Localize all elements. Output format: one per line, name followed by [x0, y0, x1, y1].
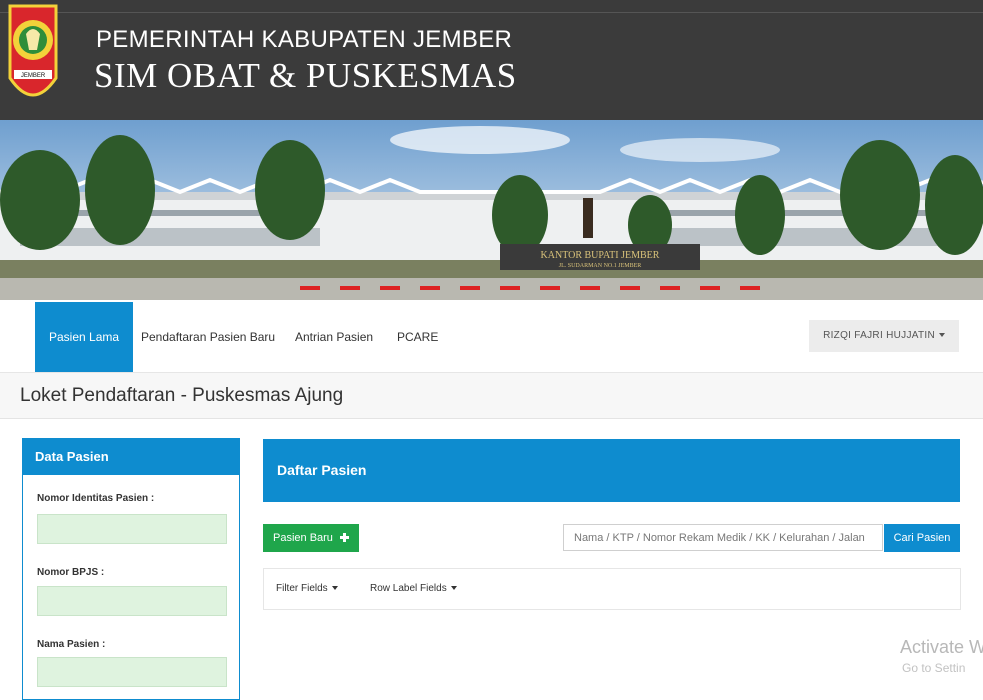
nama-pasien-label: Nama Pasien :	[37, 639, 106, 650]
filter-fields-dropdown[interactable]: Filter Fields	[276, 569, 338, 609]
main-navbar: Pasien Lama Pendaftaran Pasien Baru Antr…	[0, 302, 983, 373]
data-pasien-title: Data Pasien	[23, 439, 239, 475]
site-header: JEMBER PEMERINTAH KABUPATEN JEMBER SIM O…	[0, 0, 983, 120]
page-title: Loket Pendaftaran - Puskesmas Ajung	[20, 385, 344, 406]
nav-antrian-pasien[interactable]: Antrian Pasien	[295, 302, 373, 372]
filter-bar: Filter Fields Row Label Fields	[263, 568, 961, 610]
cari-pasien-button[interactable]: Cari Pasien	[884, 524, 960, 552]
activate-windows-watermark: Activate W	[900, 637, 983, 657]
jember-logo: JEMBER	[8, 4, 58, 97]
nama-pasien-input[interactable]	[37, 657, 227, 687]
daftar-pasien-header: Daftar Pasien	[263, 439, 960, 502]
data-pasien-panel: Data Pasien Nomor Identitas Pasien : Nom…	[22, 438, 240, 700]
banner-photo: KANTOR BUPATI JEMBER JL. SUDARMAN NO.1 J…	[0, 120, 983, 300]
banner-sign-address: JL. SUDARMAN NO.1 JEMBER	[559, 263, 642, 269]
header-org-name: PEMERINTAH KABUPATEN JEMBER	[96, 26, 513, 53]
nomor-bpjs-label: Nomor BPJS :	[37, 567, 105, 578]
nav-pendaftaran-pasien-baru[interactable]: Pendaftaran Pasien Baru	[141, 302, 275, 372]
row-label-fields-dropdown[interactable]: Row Label Fields	[370, 569, 457, 609]
row-label-fields-label: Row Label Fields	[370, 583, 447, 594]
nav-pasien-lama[interactable]: Pasien Lama	[35, 302, 134, 372]
caret-down-icon	[450, 586, 457, 591]
plus-icon	[340, 533, 349, 542]
activate-windows-subtext: Go to Settin	[902, 661, 966, 675]
logo-text: JEMBER	[21, 73, 46, 79]
header-divider	[0, 12, 983, 13]
pasien-baru-button[interactable]: Pasien Baru	[263, 524, 359, 552]
caret-down-icon	[331, 586, 338, 591]
user-menu-button[interactable]: RIZQI FAJRI HUJJATIN	[809, 320, 959, 352]
pasien-baru-label: Pasien Baru	[273, 532, 333, 544]
banner-image: KANTOR BUPATI JEMBER JL. SUDARMAN NO.1 J…	[0, 120, 983, 300]
search-pasien-input[interactable]	[563, 524, 883, 551]
banner-sign-title: KANTOR BUPATI JEMBER	[541, 250, 660, 261]
daftar-pasien-title: Daftar Pasien	[277, 462, 367, 478]
nav-pcare[interactable]: PCARE	[397, 302, 438, 372]
caret-down-icon	[939, 333, 945, 338]
nomor-identitas-label: Nomor Identitas Pasien :	[37, 493, 155, 504]
filter-fields-label: Filter Fields	[276, 583, 328, 594]
header-app-name: SIM OBAT & PUSKESMAS	[94, 56, 517, 95]
nomor-identitas-input[interactable]	[37, 514, 227, 544]
user-name: RIZQI FAJRI HUJJATIN	[823, 330, 935, 341]
page-heading-bar: Loket Pendaftaran - Puskesmas Ajung	[0, 373, 983, 419]
nomor-bpjs-input[interactable]	[37, 586, 227, 616]
